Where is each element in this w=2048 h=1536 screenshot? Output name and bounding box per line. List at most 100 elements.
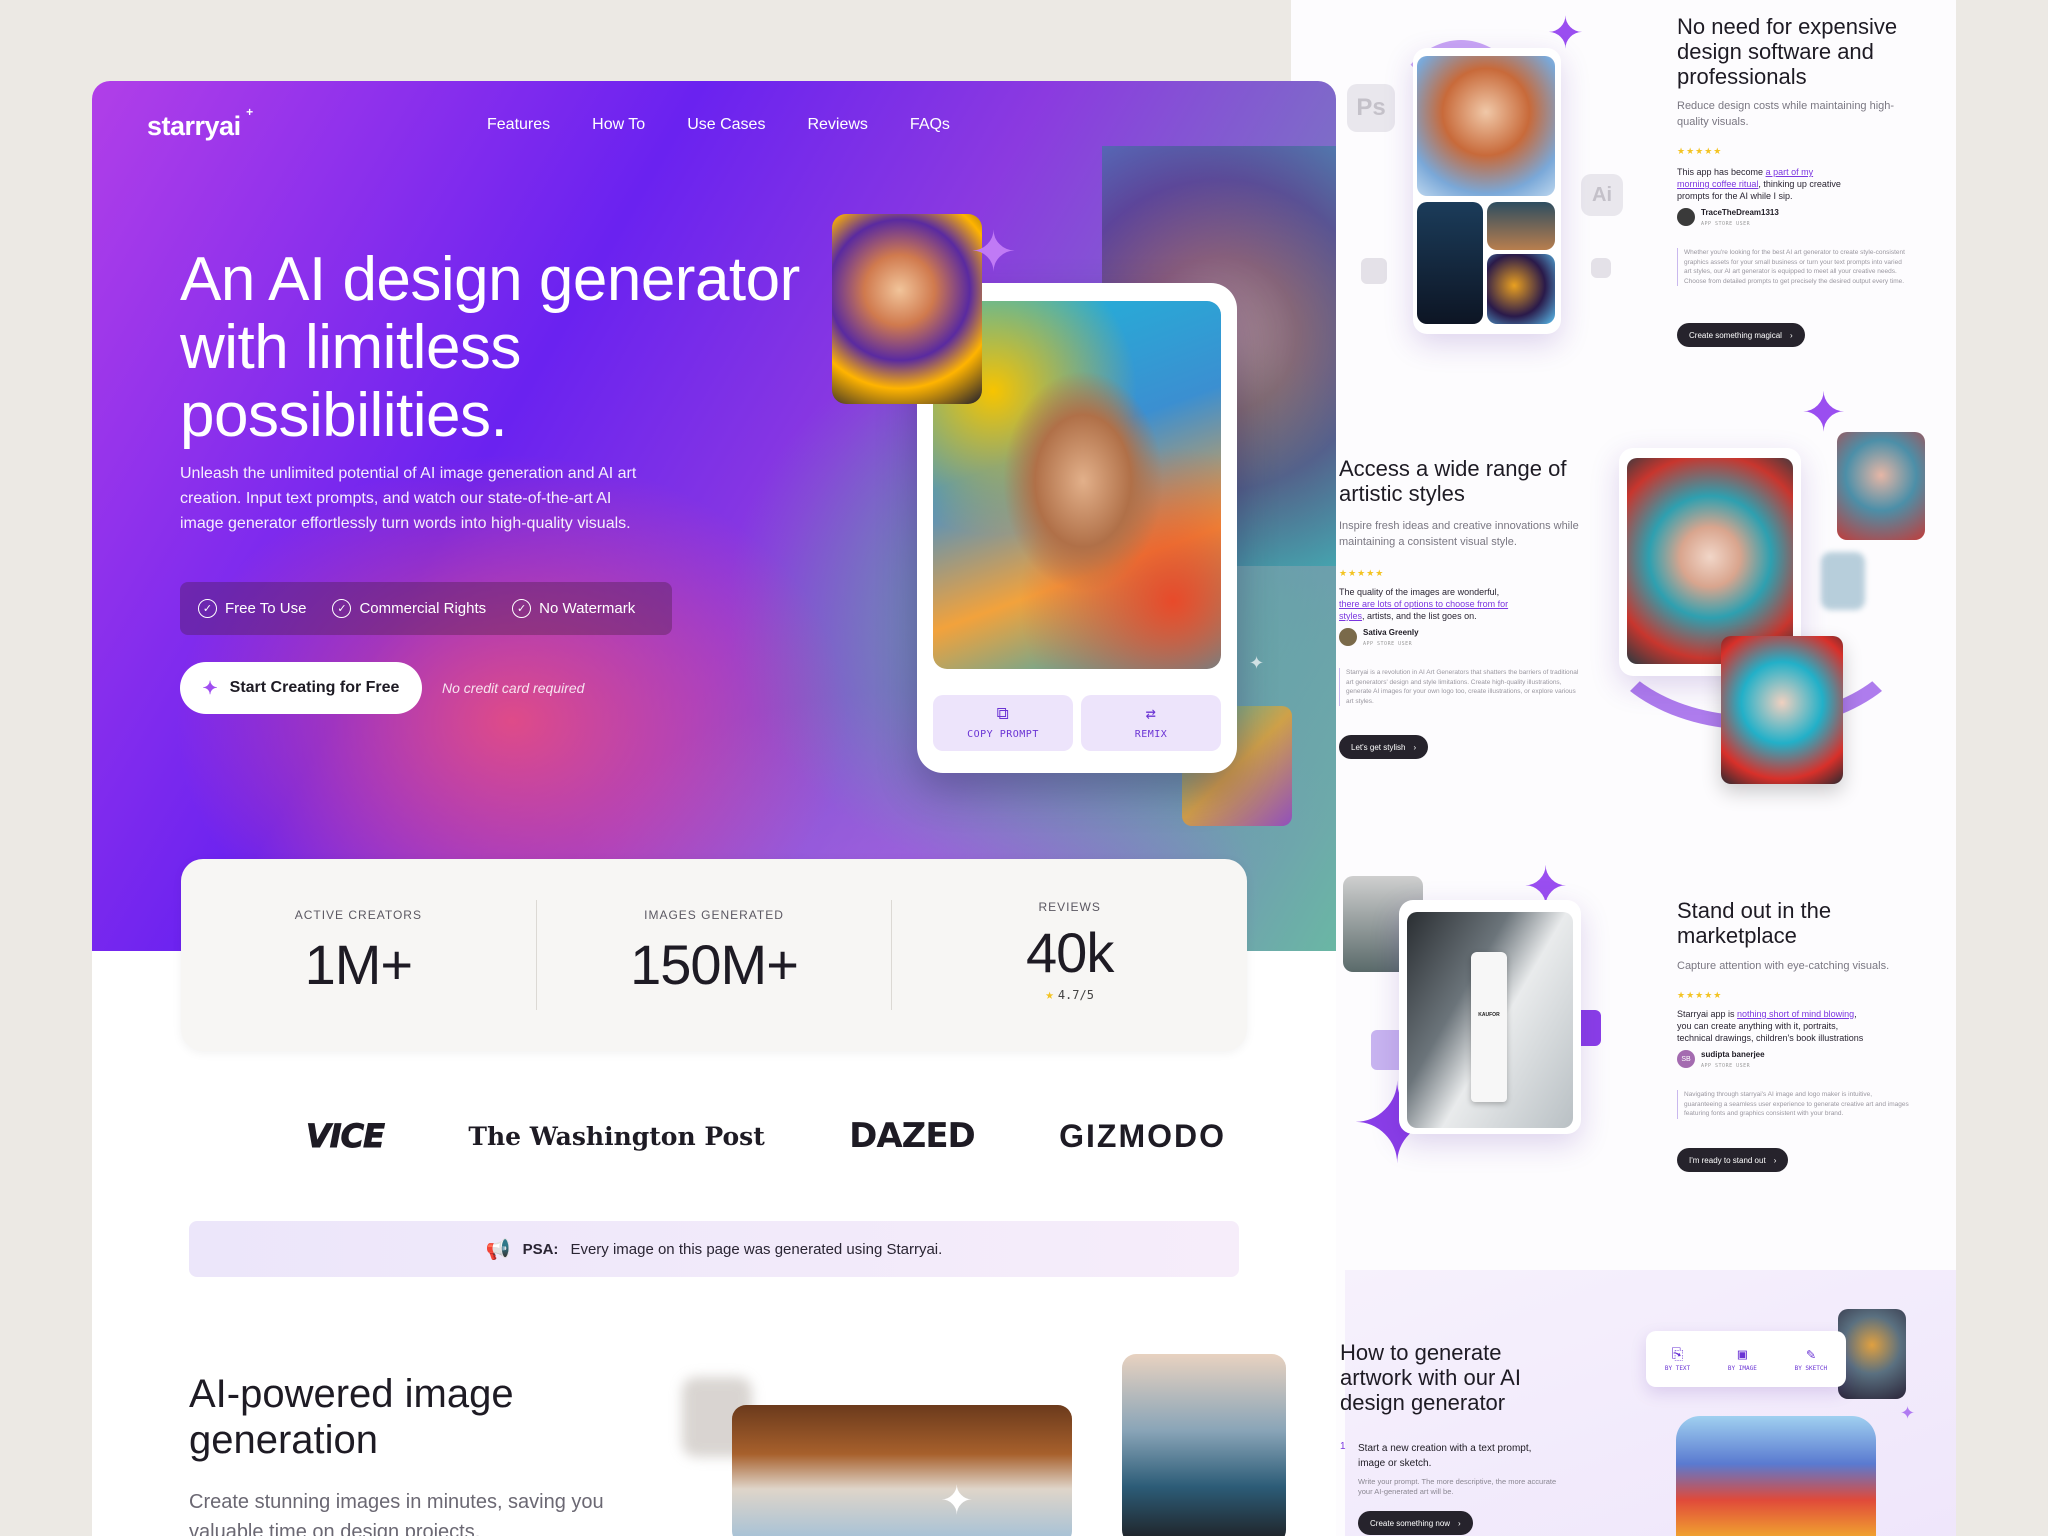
- im-ready-to-stand-out-button[interactable]: I'm ready to stand out ›: [1677, 1148, 1789, 1172]
- reviewer-role: APP STORE USER: [1701, 221, 1751, 227]
- reviewer-role: APP STORE USER: [1363, 641, 1413, 647]
- nav-use-cases[interactable]: Use Cases: [687, 116, 765, 134]
- review-quote: This app has become a part of my morning…: [1677, 167, 1841, 201]
- stat-value: 1M+: [304, 933, 413, 996]
- photoshop-icon: Ps: [1347, 84, 1395, 132]
- ocean-view-image: [1122, 1354, 1286, 1536]
- product-image: KAUFOR: [1407, 912, 1573, 1128]
- sparkle-icon: ✦: [1249, 653, 1265, 673]
- step-description: Write your prompt. The more descriptive,…: [1358, 1477, 1557, 1496]
- psa-text: Every image on this page was generated u…: [570, 1240, 943, 1258]
- section-description: Inspire fresh ideas and creative innovat…: [1339, 520, 1579, 548]
- nav-how-to[interactable]: How To: [592, 116, 645, 134]
- create-something-now-button[interactable]: Create something now ›: [1358, 1511, 1473, 1535]
- by-sketch-tool[interactable]: ✎ BY SKETCH: [1795, 1344, 1828, 1372]
- starryai-logo[interactable]: starryai +: [147, 105, 253, 142]
- badge-commercial-rights: ✓ Commercial Rights: [332, 599, 486, 618]
- create-something-magical-button[interactable]: Create something magical ›: [1677, 323, 1805, 347]
- styled-portrait-image: [1627, 458, 1793, 664]
- decorative-square: [1361, 258, 1387, 284]
- stat-value: 150M+: [630, 933, 799, 996]
- remix-icon: ⇄: [1145, 704, 1157, 724]
- portrait-image: [1417, 56, 1555, 196]
- reviewer-name: Sativa Greenly: [1363, 628, 1419, 637]
- decorative-square: [1591, 258, 1611, 278]
- nav-faqs[interactable]: FAQs: [910, 116, 950, 134]
- section-title: Stand out in the marketplace: [1677, 898, 1832, 948]
- main-nav: Features How To Use Cases Reviews FAQs: [487, 116, 950, 134]
- styled-portrait-image: [1721, 636, 1843, 784]
- thumbnail-image: [1837, 432, 1925, 540]
- landing-page: starryai + Features How To Use Cases Revi…: [92, 81, 1336, 1536]
- section-title: AI-powered image generation: [189, 1372, 514, 1462]
- by-image-tool[interactable]: ▣ BY IMAGE: [1728, 1344, 1757, 1372]
- avatar: [1339, 628, 1357, 646]
- dazed-logo: DAZED: [849, 1116, 976, 1156]
- avatar: [1677, 208, 1695, 226]
- lets-get-stylish-button[interactable]: Let's get stylish ›: [1339, 735, 1429, 759]
- chevron-right-icon: ›: [1773, 1155, 1777, 1165]
- stat-label: ACTIVE CREATORS: [294, 908, 422, 922]
- check-circle-icon: ✓: [512, 599, 532, 618]
- vice-logo: VICE: [305, 1117, 385, 1156]
- check-circle-icon: ✓: [198, 599, 217, 618]
- stat-label: REVIEWS: [1038, 900, 1101, 914]
- product-bottle: KAUFOR: [1471, 952, 1507, 1102]
- section-blurb: Navigating through starryai's AI image a…: [1677, 1090, 1909, 1119]
- copy-icon: ⧉: [996, 704, 1010, 724]
- chevron-right-icon: ›: [1458, 1518, 1461, 1528]
- robot-thumbnail: [1838, 1309, 1906, 1399]
- by-text-tool[interactable]: ⎘ BY TEXT: [1665, 1346, 1690, 1372]
- hero-title: An AI design generator with limitless po…: [180, 245, 800, 450]
- nav-reviews[interactable]: Reviews: [807, 116, 867, 134]
- thumbnail-image: [1417, 202, 1483, 324]
- product-label: KAUFOR: [1478, 1012, 1500, 1018]
- review-quote: Starryai app is nothing short of mind bl…: [1677, 1009, 1864, 1043]
- start-creating-button[interactable]: ✦ Start Creating for Free: [180, 662, 422, 714]
- badge-free-to-use: ✓ Free To Use: [198, 599, 306, 618]
- stat-active-creators: ACTIVE CREATORS 1M+: [181, 900, 536, 1010]
- megaphone-icon: 📢: [485, 1238, 511, 1261]
- sparkle-icon: ✦: [970, 220, 1017, 283]
- section-blurb: Whether you're looking for the best AI a…: [1677, 248, 1909, 286]
- stat-label: IMAGES GENERATED: [644, 908, 784, 922]
- remix-button[interactable]: ⇄ REMIX: [1081, 695, 1221, 751]
- chevron-right-icon: ›: [1789, 330, 1793, 340]
- avatar: SB: [1677, 1050, 1695, 1068]
- rating: ★ 4.7/5: [1045, 987, 1094, 1003]
- thumbnail-image: [1821, 552, 1865, 610]
- press-logos: VICE The Washington Post DAZED GIZMODO: [305, 1116, 1226, 1156]
- section-blurb: Starryai is a revolution in AI Art Gener…: [1339, 668, 1579, 706]
- gizmodo-logo: GIZMODO: [1059, 1117, 1226, 1154]
- section-title: How to generate artwork with our AI desi…: [1340, 1340, 1521, 1415]
- illustrator-icon: Ai: [1581, 174, 1623, 216]
- psa-banner: 📢 PSA: Every image on this page was gene…: [189, 1221, 1239, 1277]
- rating-stars: ★★★★★: [1677, 990, 1723, 1000]
- reviewer-name: TraceTheDream1313: [1701, 208, 1779, 217]
- step-title: Start a new creation with a text prompt,…: [1358, 1443, 1532, 1469]
- sparkle-icon: ✦: [202, 677, 218, 698]
- stat-value: 40k: [1026, 921, 1114, 984]
- section-description: Capture attention with eye-catching visu…: [1677, 960, 1890, 972]
- sparkle-icon: ✦: [1801, 383, 1847, 443]
- section-description: Reduce design costs while maintaining hi…: [1677, 100, 1895, 128]
- image-icon: ▣: [1737, 1344, 1747, 1363]
- check-circle-icon: ✓: [332, 599, 352, 618]
- copy-prompt-button[interactable]: ⧉ COPY PROMPT: [933, 695, 1073, 751]
- creation-mode-selector: ⎘ BY TEXT ▣ BY IMAGE ✎ BY SKETCH: [1646, 1331, 1846, 1387]
- section-subtitle: Create stunning images in minutes, savin…: [189, 1491, 604, 1536]
- sketch-icon: ✎: [1806, 1344, 1816, 1363]
- stat-images-generated: IMAGES GENERATED 150M+: [535, 900, 892, 1010]
- step-number: 1: [1340, 1441, 1346, 1452]
- sparkle-icon: ✦: [1900, 1403, 1916, 1423]
- robot-art-image: [1676, 1416, 1876, 1536]
- sparkle-icon: ✦: [940, 1479, 974, 1523]
- nav-features[interactable]: Features: [487, 116, 550, 134]
- hero-section: starryai + Features How To Use Cases Revi…: [92, 81, 1336, 951]
- rating-stars: ★★★★★: [1339, 568, 1385, 578]
- reviewer-name: sudipta banerjee: [1701, 1050, 1765, 1059]
- badge-no-watermark: ✓ No Watermark: [512, 599, 635, 618]
- review-quote: The quality of the images are wonderful,…: [1339, 587, 1509, 621]
- rating-stars: ★★★★★: [1677, 146, 1723, 156]
- washington-post-logo: The Washington Post: [468, 1121, 765, 1151]
